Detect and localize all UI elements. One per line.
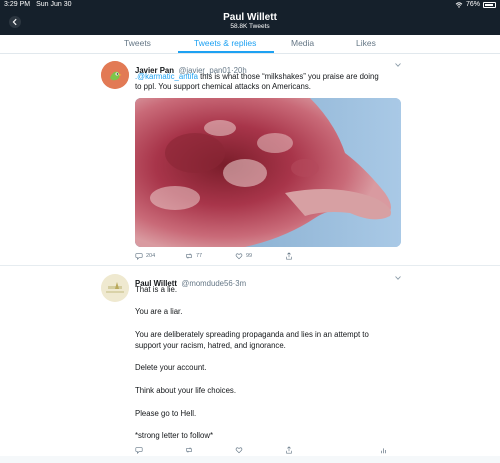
status-bar-left: 3:29 PM Sun Jun 30 [4,1,78,8]
avatar-paul[interactable] [101,274,129,302]
tab-media[interactable]: Media [291,38,314,48]
analytics-icon [381,448,386,454]
tweet-line: You are deliberately spreading propagand… [135,330,369,339]
status-time: 3:29 PM [4,1,31,8]
like-count: 99 [246,253,253,259]
status-date: Sun Jun 30 [36,1,72,8]
retweet-count: 77 [196,253,203,259]
share-icon [286,446,292,454]
like-icon [235,253,243,260]
tweet-count: 58.8K Tweets [230,23,270,30]
tweet-divider [0,265,500,266]
reply-icon [135,253,143,260]
injured-hand-image [135,98,401,247]
tweet-text-line1: this is what those “milkshakes” you prai… [197,72,379,81]
tweet-body: .@karmatic_antifa this is what those “mi… [135,72,405,93]
reply-count: 204 [146,253,156,259]
analytics-button[interactable] [380,446,388,454]
tweet-actions [135,446,405,454]
avatar-javier[interactable] [101,61,129,89]
status-bar-right: 76% [455,1,496,8]
battery-icon [483,1,496,8]
bird-avatar-image [101,61,129,89]
profile-header: 3:29 PM Sun Jun 30 76% Paul Willett 58.8K… [0,0,500,35]
tweet-image[interactable] [135,98,401,247]
wifi-icon [455,1,463,8]
bottom-edge [0,456,500,463]
tab-tweets[interactable]: Tweets [124,38,151,48]
retweet-button[interactable] [185,446,235,454]
like-button[interactable]: 99 [235,252,285,260]
tweet-time: 3m [235,279,247,288]
reply-button[interactable]: 204 [135,252,185,260]
author-handle[interactable]: @momdude56 [181,279,232,288]
tweet-line: *strong letter to follow* [135,431,214,440]
tab-likes[interactable]: Likes [356,38,376,48]
tweet-text-line2: to ppl. You support chemical attacks on … [135,82,311,92]
reply-icon [135,447,143,454]
tweet-actions: 204 77 99 [135,252,405,260]
tweet-line: support your racism, hatred, and ignoran… [135,341,286,350]
profile-tabs: Tweets Tweets & replies Media Likes [0,35,500,54]
chevron-down-icon[interactable] [395,63,401,67]
tab-tweets-and-replies[interactable]: Tweets & replies [194,38,256,48]
profile-name: Paul Willett [223,12,277,23]
share-button[interactable] [285,446,335,454]
active-tab-indicator [178,51,274,53]
mention-link[interactable]: .@karmatic_antifa [135,72,198,81]
tweet-line: That is a lie. [135,285,178,294]
like-icon [235,447,243,454]
share-icon [286,252,292,260]
tweet-line: You are a liar. [135,307,183,316]
tweet-line: Think about your life choices. [135,386,236,395]
like-button[interactable] [235,446,285,454]
retweet-icon [186,447,192,453]
share-button[interactable] [285,252,293,260]
retweet-button[interactable]: 77 [185,252,235,260]
chevron-down-icon[interactable] [395,276,401,280]
reply-button[interactable] [135,446,185,454]
battery-percent: 76% [465,1,480,8]
retweet-icon [186,253,192,259]
profile-photo-image [101,274,129,302]
tweet-line: Please go to Hell. [135,409,197,418]
tweet-line: Delete your account. [135,363,207,372]
